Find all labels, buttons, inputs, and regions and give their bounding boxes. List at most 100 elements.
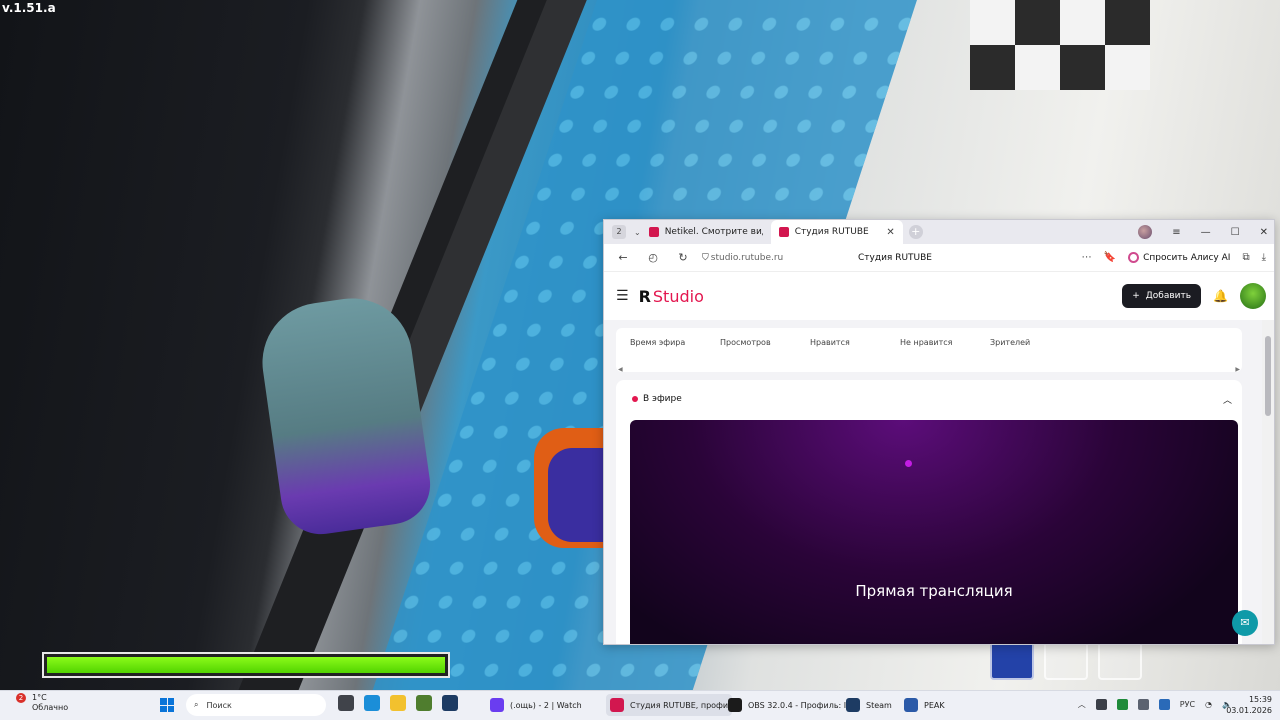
page-scrollbar[interactable] bbox=[1262, 320, 1274, 644]
tabs-dropdown-icon[interactable]: ⌄ bbox=[634, 228, 641, 237]
hamburger-menu-icon[interactable]: ☰ bbox=[616, 288, 629, 304]
ask-alice-label: Спросить Алису AI bbox=[1143, 252, 1231, 263]
taskbar-app-obs[interactable]: OBS 32.0.4 - Профиль: I bbox=[724, 694, 850, 716]
plus-icon: + bbox=[1132, 291, 1140, 301]
minecraft-icon[interactable] bbox=[416, 695, 432, 711]
browser-window: 2 ⌄ Netikel. Смотрите видео Студия RUTUB… bbox=[603, 219, 1275, 645]
search-icon: ⌕ bbox=[194, 700, 199, 709]
tab-count-badge[interactable]: 2 bbox=[612, 225, 626, 239]
stream-title: Прямая трансляция bbox=[855, 582, 1013, 600]
live-section: В эфире ︿ Прямая трансляция bbox=[616, 380, 1242, 644]
new-tab-icon[interactable]: + bbox=[908, 225, 923, 239]
downloads-icon[interactable]: ⤓ bbox=[1262, 252, 1266, 263]
mouse-cursor bbox=[905, 460, 912, 467]
site-info-icon[interactable]: ⛉ bbox=[702, 253, 709, 263]
browser-icon bbox=[610, 698, 624, 712]
close-icon[interactable]: ✕ bbox=[886, 227, 894, 238]
live-section-header[interactable]: В эфире ︿ bbox=[616, 380, 1242, 418]
bell-icon[interactable]: 🔔 bbox=[1213, 289, 1228, 303]
alice-icon bbox=[1128, 252, 1140, 263]
search-placeholder: Поиск bbox=[206, 700, 232, 710]
tray-app-icon[interactable] bbox=[1137, 699, 1149, 710]
studio-content: Время эфира Просмотров Нравится Не нрави… bbox=[604, 320, 1264, 644]
profile-icon[interactable] bbox=[1138, 225, 1153, 239]
inventory-slot-3[interactable] bbox=[1098, 640, 1142, 680]
taskbar-app-label: (.ощь) - 2 | Watch bbox=[510, 700, 582, 710]
close-window-icon[interactable]: ✕ bbox=[1260, 227, 1268, 238]
stat-likes: Нравится bbox=[810, 338, 850, 347]
peak-icon bbox=[904, 698, 918, 712]
window-controls: ≡ — ☐ ✕ bbox=[1138, 220, 1268, 244]
more-icon[interactable]: ⋯ bbox=[1082, 252, 1092, 263]
taskbar-app-rutube[interactable]: Студия RUTUBE, профи bbox=[606, 694, 733, 716]
tray-app-icon[interactable] bbox=[1095, 699, 1107, 710]
language-indicator[interactable]: РУС bbox=[1180, 700, 1195, 709]
inventory-slots bbox=[990, 640, 1142, 680]
tray-app-icon[interactable] bbox=[1158, 699, 1170, 710]
logo-r[interactable]: R bbox=[639, 287, 651, 306]
task-view-icon[interactable] bbox=[338, 695, 354, 711]
stat-dislikes: Не нравится bbox=[900, 338, 953, 347]
health-bar-fill bbox=[47, 657, 445, 673]
live-section-title: В эфире bbox=[643, 394, 682, 404]
ask-alice-button[interactable]: Спросить Алису AI bbox=[1128, 252, 1230, 263]
stream-player[interactable]: Прямая трансляция bbox=[630, 420, 1238, 644]
health-bar bbox=[42, 652, 450, 678]
back-icon[interactable]: ← bbox=[612, 251, 634, 264]
url-field[interactable]: studio.rutube.ru bbox=[711, 253, 784, 263]
taskbar-app-watch[interactable]: (.ощь) - 2 | Watch bbox=[486, 694, 586, 716]
studio-header: ☰ R Studio + Добавить 🔔 bbox=[604, 272, 1274, 320]
clock[interactable]: 15:39 03.01.2026 bbox=[1226, 694, 1272, 716]
stats-scroll: ◀ ▶ bbox=[618, 366, 1240, 373]
rutube-icon bbox=[648, 227, 659, 237]
network-icon[interactable]: ◔ bbox=[1205, 700, 1212, 709]
bookmark-icon[interactable]: 🔖 bbox=[1104, 252, 1116, 263]
steam-pinned-icon[interactable] bbox=[442, 695, 458, 711]
chevron-up-icon[interactable]: ︿ bbox=[1223, 393, 1232, 406]
checker-floor bbox=[970, 0, 1150, 90]
minimize-icon[interactable]: — bbox=[1201, 227, 1211, 238]
windows-start-icon[interactable] bbox=[160, 698, 174, 712]
avatar[interactable] bbox=[1240, 283, 1266, 309]
tray-app-icon[interactable] bbox=[1116, 699, 1128, 710]
tab-rutube-studio[interactable]: Студия RUTUBE ✕ bbox=[770, 220, 903, 244]
scroll-right-icon[interactable]: ▶ bbox=[1235, 366, 1240, 373]
address-bar-actions: ⋯ 🔖 Спросить Алису AI ⧉ ⤓ bbox=[1082, 252, 1266, 263]
maximize-icon[interactable]: ☐ bbox=[1231, 227, 1240, 238]
inventory-slot-2[interactable] bbox=[1044, 640, 1088, 680]
tab-netikel[interactable]: Netikel. Смотрите видео bbox=[641, 220, 771, 244]
history-icon[interactable]: ◴ bbox=[642, 251, 664, 264]
game-version-label: v.1.51.a bbox=[2, 1, 56, 15]
pinned-apps bbox=[338, 695, 458, 711]
obs-icon bbox=[728, 698, 742, 712]
edge-icon[interactable] bbox=[364, 695, 380, 711]
taskbar-app-steam[interactable]: Steam bbox=[842, 694, 896, 716]
menu-icon[interactable]: ≡ bbox=[1172, 227, 1180, 238]
taskbar-app-label: OBS 32.0.4 - Профиль: I bbox=[748, 700, 847, 710]
add-button[interactable]: + Добавить bbox=[1122, 284, 1202, 308]
weather-widget[interactable]: 2 1°C Облачно bbox=[16, 693, 78, 713]
live-indicator-icon bbox=[632, 396, 638, 402]
weather-desc: Облачно bbox=[32, 703, 69, 712]
stats-headers: Время эфира Просмотров Нравится Не нрави… bbox=[616, 328, 1242, 347]
reload-icon[interactable]: ↻ bbox=[672, 251, 694, 264]
taskbar: 2 1°C Облачно ⌕ Поиск (.ощь) - 2 | Watch… bbox=[0, 690, 1280, 720]
help-chat-button[interactable]: ✉ bbox=[1232, 610, 1258, 636]
steam-icon bbox=[846, 698, 860, 712]
collections-icon[interactable]: ⧉ bbox=[1242, 252, 1249, 263]
taskbar-search[interactable]: ⌕ Поиск bbox=[186, 694, 326, 716]
inventory-slot-1[interactable] bbox=[990, 640, 1034, 680]
logo-studio[interactable]: Studio bbox=[653, 287, 704, 306]
discord-icon bbox=[490, 698, 504, 712]
weather-temp: 1°C bbox=[32, 693, 47, 702]
address-bar: ← ◴ ↻ ⛉ studio.rutube.ru Студия RUTUBE ⋯… bbox=[604, 244, 1274, 272]
taskbar-app-peak[interactable]: PEAK bbox=[900, 694, 949, 716]
rutube-studio-icon bbox=[778, 227, 789, 237]
page-title: Студия RUTUBE bbox=[858, 252, 932, 263]
tray-chevron-icon[interactable]: ︿ bbox=[1078, 699, 1086, 710]
scrollbar-thumb[interactable] bbox=[1265, 336, 1271, 416]
notification-badge: 2 bbox=[16, 693, 26, 703]
tab-bar: 2 ⌄ Netikel. Смотрите видео Студия RUTUB… bbox=[604, 220, 1274, 244]
explorer-icon[interactable] bbox=[390, 695, 406, 711]
scroll-left-icon[interactable]: ◀ bbox=[618, 366, 623, 373]
